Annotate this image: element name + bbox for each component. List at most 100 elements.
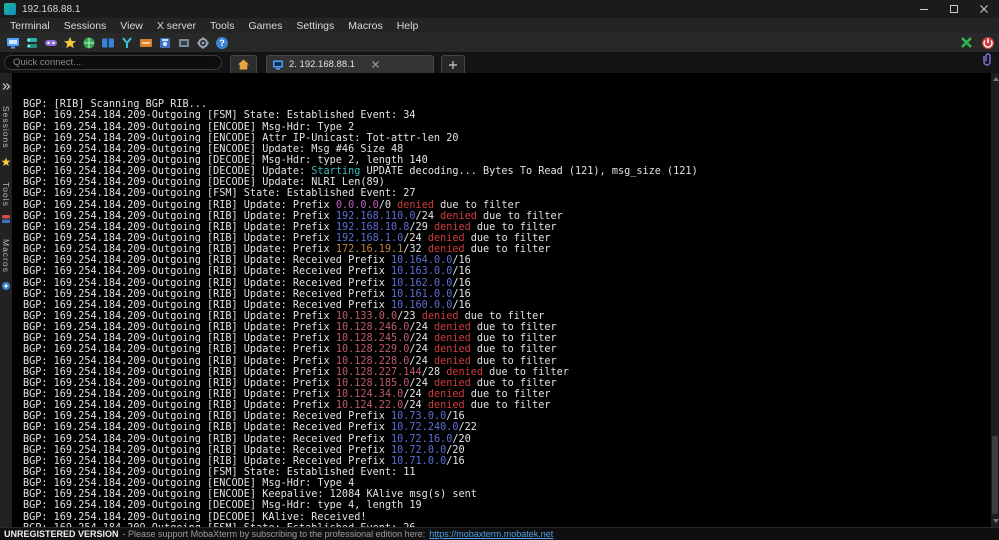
packages-icon[interactable] (155, 34, 174, 52)
sidebar-item-sessions[interactable]: Sessions (1, 96, 11, 172)
terminal-line: BGP: 169.254.184.209-Outgoing [DECODE] K… (23, 512, 990, 523)
terminal-line: BGP: 169.254.184.209-Outgoing [RIB] Upda… (23, 422, 990, 433)
menu-item-help[interactable]: Help (390, 20, 426, 32)
app-logo-icon (4, 3, 16, 15)
sidebar-item-label: Sessions (1, 106, 11, 149)
terminal-line: BGP: 169.254.184.209-Outgoing [RIB] Upda… (23, 411, 990, 422)
menu-item-macros[interactable]: Macros (341, 20, 389, 32)
app-window: 192.168.88.1 TerminalSessionsViewX serve… (0, 0, 999, 540)
terminal-line: BGP: 169.254.184.209-Outgoing [FSM] Stat… (23, 110, 990, 121)
tab-close-icon[interactable] (371, 60, 380, 69)
terminal-line: BGP: 169.254.184.209-Outgoing [RIB] Upda… (23, 367, 990, 378)
tab-label: 2. 192.168.88.1 (289, 59, 355, 70)
statusbar: UNREGISTERED VERSION - Please support Mo… (0, 527, 999, 540)
sessions-star-icon[interactable] (60, 34, 79, 52)
quick-connect-input[interactable] (4, 55, 222, 70)
terminal-line: BGP: 169.254.184.209-Outgoing [FSM] Stat… (23, 467, 990, 478)
house-icon (237, 58, 250, 71)
menubar: TerminalSessionsViewX serverToolsGamesSe… (0, 18, 999, 33)
scroll-up-icon[interactable] (991, 73, 999, 85)
menu-item-terminal[interactable]: Terminal (3, 20, 57, 32)
unregistered-label: UNREGISTERED VERSION (4, 529, 119, 539)
view-icon[interactable] (79, 34, 98, 52)
plus-icon (448, 60, 458, 70)
scrollbar[interactable] (990, 73, 999, 527)
toolbar: ? (0, 33, 999, 53)
terminal-line: BGP: 169.254.184.209-Outgoing [RIB] Upda… (23, 322, 990, 333)
session-tab[interactable]: 2. 192.168.88.1 (266, 55, 434, 73)
sidebar-item-label: Macros (1, 239, 11, 273)
games-icon[interactable] (41, 34, 60, 52)
terminal-line: BGP: 169.254.184.209-Outgoing [RIB] Upda… (23, 389, 990, 400)
terminal-line: BGP: 169.254.184.209-Outgoing [RIB] Upda… (23, 244, 990, 255)
terminal-line: BGP: 169.254.184.209-Outgoing [RIB] Upda… (23, 200, 990, 211)
terminal-line: BGP: 169.254.184.209-Outgoing [ENCODE] K… (23, 489, 990, 500)
terminal-line: BGP: 169.254.184.209-Outgoing [RIB] Upda… (23, 344, 990, 355)
mobapt-icon[interactable] (174, 34, 193, 52)
settings-icon[interactable] (193, 34, 212, 52)
split-icon[interactable] (98, 34, 117, 52)
terminal-line: BGP: 169.254.184.209-Outgoing [ENCODE] U… (23, 144, 990, 155)
help-icon[interactable]: ? (212, 34, 231, 52)
exit-icon[interactable] (978, 34, 997, 52)
terminal-line: BGP: 169.254.184.209-Outgoing [DECODE] U… (23, 177, 990, 188)
terminal-line: BGP: 169.254.184.209-Outgoing [RIB] Upda… (23, 456, 990, 467)
scroll-thumb[interactable] (992, 436, 998, 514)
window-title: 192.168.88.1 (22, 4, 80, 15)
svg-text:?: ? (219, 38, 225, 48)
maximize-button[interactable] (939, 0, 969, 18)
terminal-line: BGP: 169.254.184.209-Outgoing [RIB] Upda… (23, 333, 990, 344)
terminal-line: BGP: 169.254.184.209-Outgoing [RIB] Upda… (23, 311, 990, 322)
window-titlebar: 192.168.88.1 (0, 0, 999, 18)
terminal-line: BGP: 169.254.184.209-Outgoing [RIB] Upda… (23, 400, 990, 411)
session-icon[interactable] (3, 34, 22, 52)
terminal-line: BGP: 169.254.184.209-Outgoing [DECODE] M… (23, 155, 990, 166)
terminal-line: BGP: [RIB] Scanning BGP RIB... (23, 99, 990, 110)
home-tab[interactable] (230, 55, 257, 73)
attach-icon[interactable] (981, 53, 993, 71)
servers-icon[interactable] (22, 34, 41, 52)
sidebar-item-label: Tools (1, 182, 11, 207)
terminal-line: BGP: 169.254.184.209-Outgoing [RIB] Upda… (23, 211, 990, 222)
tab-bar: 2. 192.168.88.1 (0, 53, 999, 73)
menu-item-x-server[interactable]: X server (150, 20, 203, 32)
multiexec-icon[interactable] (117, 34, 136, 52)
terminal-line: BGP: 169.254.184.209-Outgoing [RIB] Upda… (23, 233, 990, 244)
terminal[interactable]: BGP: [RIB] Scanning BGP RIB...BGP: 169.2… (13, 73, 990, 527)
macros-icon (1, 278, 11, 296)
terminal-line: BGP: 169.254.184.209-Outgoing [ENCODE] M… (23, 122, 990, 133)
terminal-line: BGP: 169.254.184.209-Outgoing [RIB] Upda… (23, 255, 990, 266)
terminal-line: BGP: 169.254.184.209-Outgoing [RIB] Upda… (23, 434, 990, 445)
terminal-line: BGP: 169.254.184.209-Outgoing [FSM] Stat… (23, 188, 990, 199)
menu-item-settings[interactable]: Settings (289, 20, 341, 32)
terminal-line: BGP: 169.254.184.209-Outgoing [ENCODE] M… (23, 478, 990, 489)
menu-item-games[interactable]: Games (241, 20, 289, 32)
close-icon (979, 4, 989, 14)
terminal-tab-icon (272, 59, 284, 71)
minimize-button[interactable] (909, 0, 939, 18)
menu-item-view[interactable]: View (113, 20, 150, 32)
terminal-line: BGP: 169.254.184.209-Outgoing [RIB] Upda… (23, 445, 990, 456)
terminal-line: BGP: 169.254.184.209-Outgoing [DECODE] U… (23, 166, 990, 177)
scroll-down-icon[interactable] (991, 515, 999, 527)
minimize-icon (919, 4, 929, 14)
sidebar-collapse-icon[interactable] (1, 78, 11, 96)
terminal-line: BGP: 169.254.184.209-Outgoing [RIB] Upda… (23, 266, 990, 277)
tunneling-icon[interactable] (136, 34, 155, 52)
menu-item-sessions[interactable]: Sessions (57, 20, 114, 32)
xserver-icon[interactable] (957, 34, 976, 52)
terminal-line: BGP: 169.254.184.209-Outgoing [RIB] Upda… (23, 378, 990, 389)
close-button[interactable] (969, 0, 999, 18)
sidebar-item-macros[interactable]: Macros (1, 229, 11, 296)
terminal-line: BGP: 169.254.184.209-Outgoing [RIB] Upda… (23, 289, 990, 300)
sidebar-item-tools[interactable]: Tools (1, 172, 11, 230)
maximize-icon (949, 4, 959, 14)
menu-item-tools[interactable]: Tools (203, 20, 242, 32)
terminal-line: BGP: 169.254.184.209-Outgoing [RIB] Upda… (23, 356, 990, 367)
terminal-line: BGP: 169.254.184.209-Outgoing [RIB] Upda… (23, 222, 990, 233)
terminal-output: BGP: [RIB] Scanning BGP RIB...BGP: 169.2… (23, 99, 990, 527)
statusbar-link[interactable]: https://mobaxterm.mobatek.net (429, 529, 553, 539)
new-tab-button[interactable] (441, 55, 465, 73)
main-area: Sessions Tools Macros BGP: [RIB] Scannin (0, 73, 999, 527)
star-icon (1, 154, 11, 172)
